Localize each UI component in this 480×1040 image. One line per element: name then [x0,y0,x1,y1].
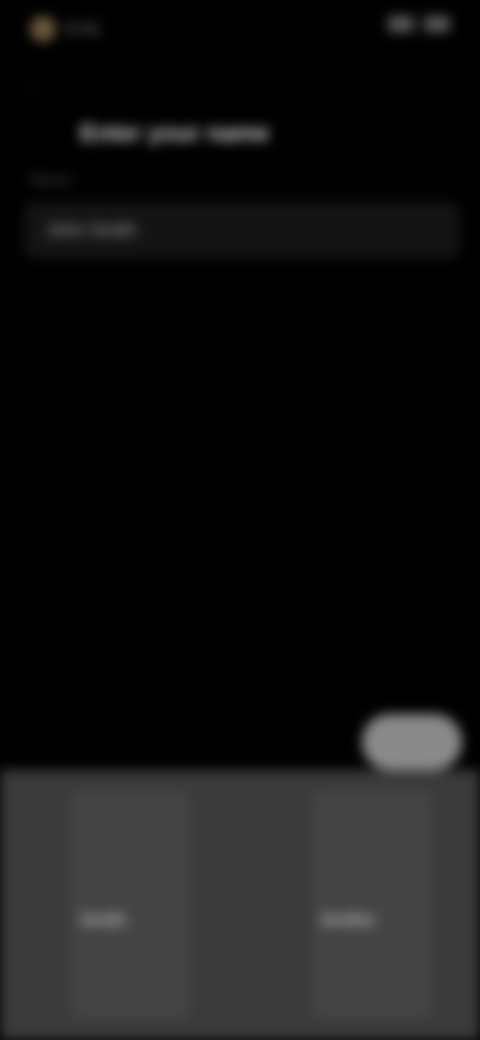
suggestion-right[interactable]: Smiths [320,910,375,931]
keyboard-key-left[interactable] [70,790,190,1020]
keyboard-key-right[interactable] [312,790,432,1020]
keyboard[interactable]: Smith Smiths [0,770,480,1040]
battery-icon [424,16,450,32]
status-icons [388,16,450,32]
avatar-icon [30,16,56,42]
page-title: Enter your name [80,120,270,147]
suggestion-left[interactable]: Smith [80,910,126,931]
signal-icon [388,16,414,32]
back-arrow-icon[interactable]: ← [22,72,44,97]
status-time: 9:41 [66,18,102,39]
send-button[interactable] [362,714,462,770]
status-bar: 9:41 [0,0,480,60]
name-input-value: John Smith [46,220,137,240]
name-label: Name [30,172,73,189]
name-input[interactable]: John Smith [24,202,460,258]
status-left: 9:41 [30,16,101,42]
